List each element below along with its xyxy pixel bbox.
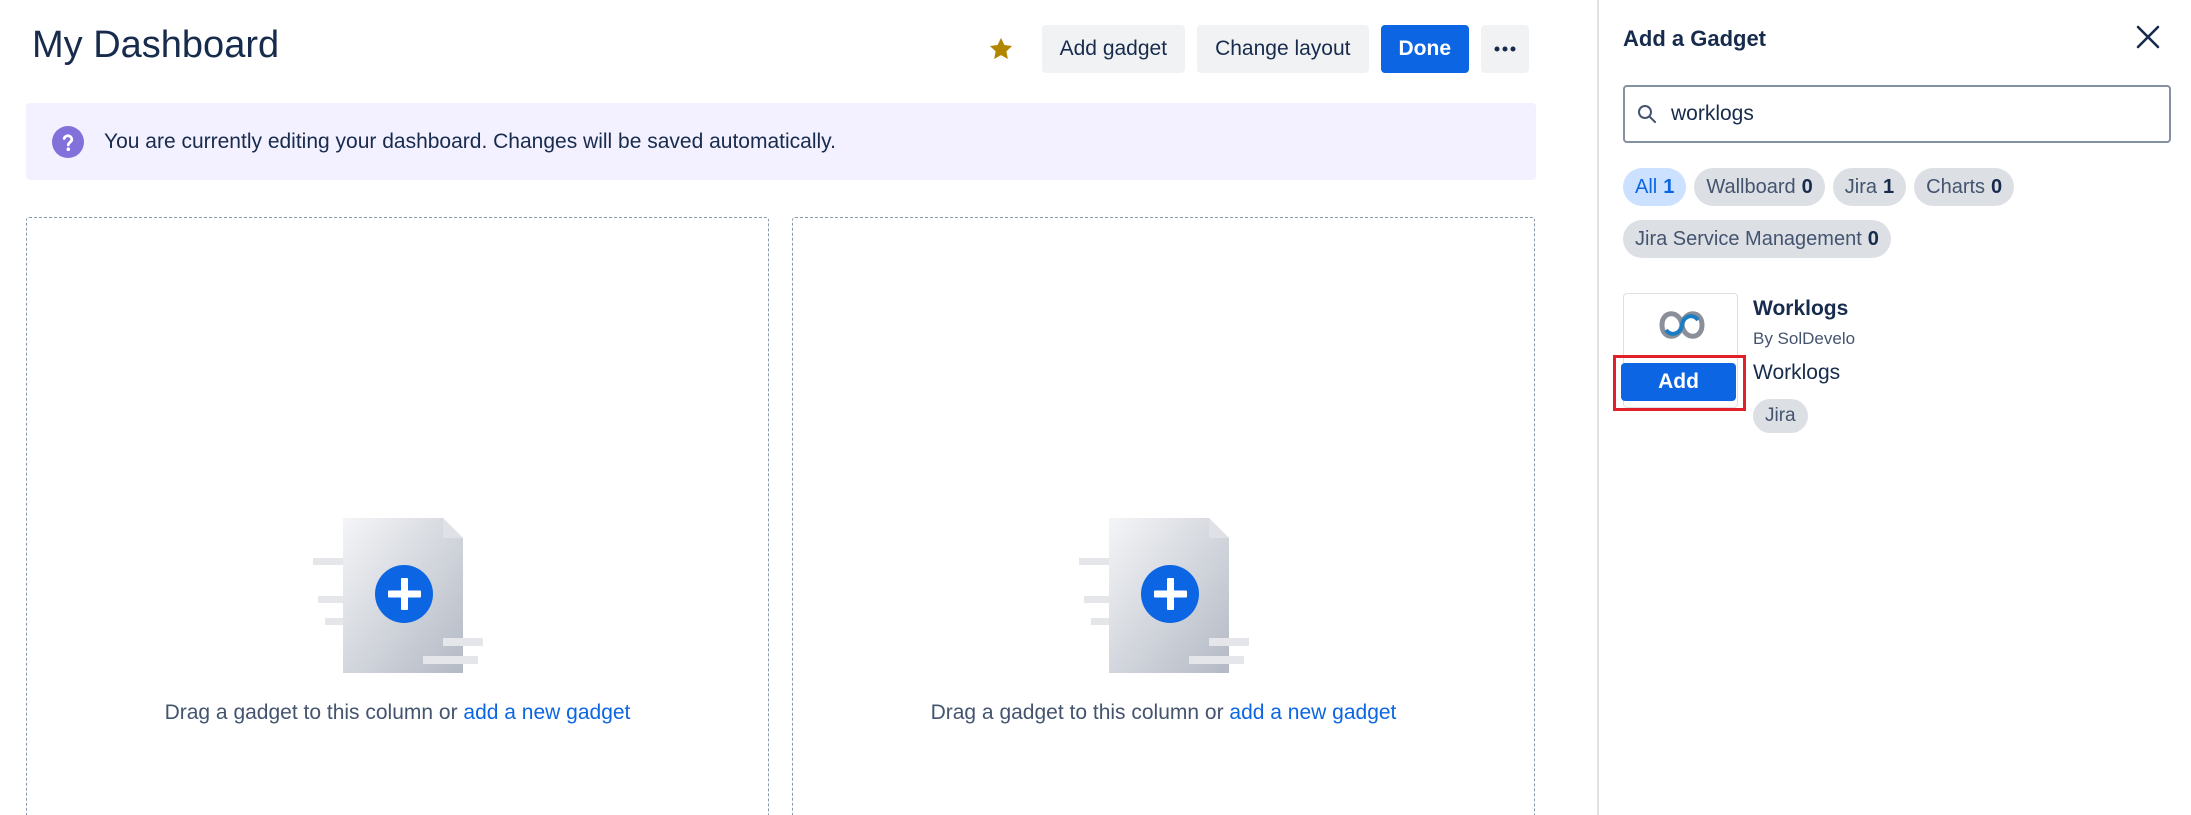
add-new-gadget-link[interactable]: add a new gadget [1229, 701, 1396, 724]
gadget-name: Worklogs [1753, 297, 1849, 320]
column-placeholder: Drag a gadget to this column or add a ne… [27, 518, 768, 725]
worklogs-logo-icon [1659, 311, 1705, 339]
dashboard-column-2[interactable]: Drag a gadget to this column or add a ne… [792, 217, 1535, 815]
add-worklogs-gadget-button[interactable]: Add [1621, 363, 1736, 401]
chip-label: Jira [1844, 175, 1878, 198]
star-icon[interactable] [984, 32, 1018, 66]
chip-label: All [1635, 175, 1658, 198]
search-icon [1638, 105, 1656, 123]
placeholder-text: Drag a gadget to this column or [930, 701, 1230, 724]
gadget-author: By SolDevelo [1753, 329, 1856, 348]
add-new-gadget-link[interactable]: add a new gadget [463, 701, 630, 724]
column-placeholder: Drag a gadget to this column or add a ne… [793, 518, 1534, 725]
dashboard-actions: Add gadget Change layout Done [984, 25, 1529, 73]
close-icon [2136, 25, 2160, 49]
close-panel-button[interactable] [2131, 20, 2165, 54]
chip-count: 1 [1663, 175, 1675, 198]
add-gadget-illustration-icon [312, 518, 483, 673]
app: My Dashboard Add gadget Change layout Do… [0, 0, 2191, 815]
filter-chips: All 1 Wallboard 0 Jira 1 Charts 0 Jira Servi… [1623, 168, 2183, 258]
add-gadget-button[interactable]: Add gadget [1041, 25, 1186, 73]
gadget-search[interactable] [1623, 85, 2171, 143]
filter-chip-jira-service-management[interactable]: Jira Service Management 0 [1623, 220, 1891, 258]
filter-chip-jira[interactable]: Jira 1 [1832, 168, 1907, 206]
add-gadget-panel: Add a Gadget All1 Wallboard0 Jira1 Chart… [1599, 0, 2191, 815]
chip-count: 1 [1883, 175, 1895, 198]
chip-label: Jira Service Management [1635, 227, 1862, 250]
gadget-tag: Jira [1753, 399, 1808, 433]
placeholder-text: Drag a gadget to this column or [164, 701, 464, 724]
more-icon [1494, 46, 1516, 52]
filter-chip-wallboard[interactable]: Wallboard 0 [1694, 168, 1825, 206]
chip-count: 0 [1867, 227, 1879, 250]
gadget-result-worklogs: Add Worklogs By SolDevelo Worklogs Jira [1613, 293, 2183, 433]
question-circle-icon [52, 125, 84, 158]
chip-count: 0 [1991, 175, 2003, 198]
editing-banner: You are currently editing your dashboard… [26, 103, 1536, 180]
search-input[interactable] [1671, 102, 2151, 126]
chip-label: Charts [1926, 175, 1986, 198]
chip-label: Wallboard [1706, 175, 1796, 198]
change-layout-button[interactable]: Change layout [1197, 25, 1369, 73]
column-placeholder-text: Drag a gadget to this column or add a ne… [165, 701, 631, 725]
banner-text: You are currently editing your dashboard… [104, 129, 836, 153]
column-placeholder-text: Drag a gadget to this column or add a ne… [931, 701, 1397, 725]
dashboard-column-1[interactable]: Drag a gadget to this column or add a ne… [26, 217, 769, 815]
filter-chip-all[interactable]: All 1 [1623, 168, 1687, 206]
done-button[interactable]: Done [1380, 25, 1469, 73]
panel-title: Add a Gadget [1623, 26, 1767, 51]
gadget-description: Worklogs [1753, 361, 1841, 384]
page-title: My Dashboard [32, 24, 280, 66]
filter-chip-charts[interactable]: Charts 0 [1914, 168, 2015, 206]
chip-count: 0 [1801, 175, 1813, 198]
more-actions-button[interactable] [1481, 25, 1529, 73]
add-gadget-illustration-icon [1078, 518, 1249, 673]
dashboard-main: My Dashboard Add gadget Change layout Do… [0, 0, 1597, 815]
